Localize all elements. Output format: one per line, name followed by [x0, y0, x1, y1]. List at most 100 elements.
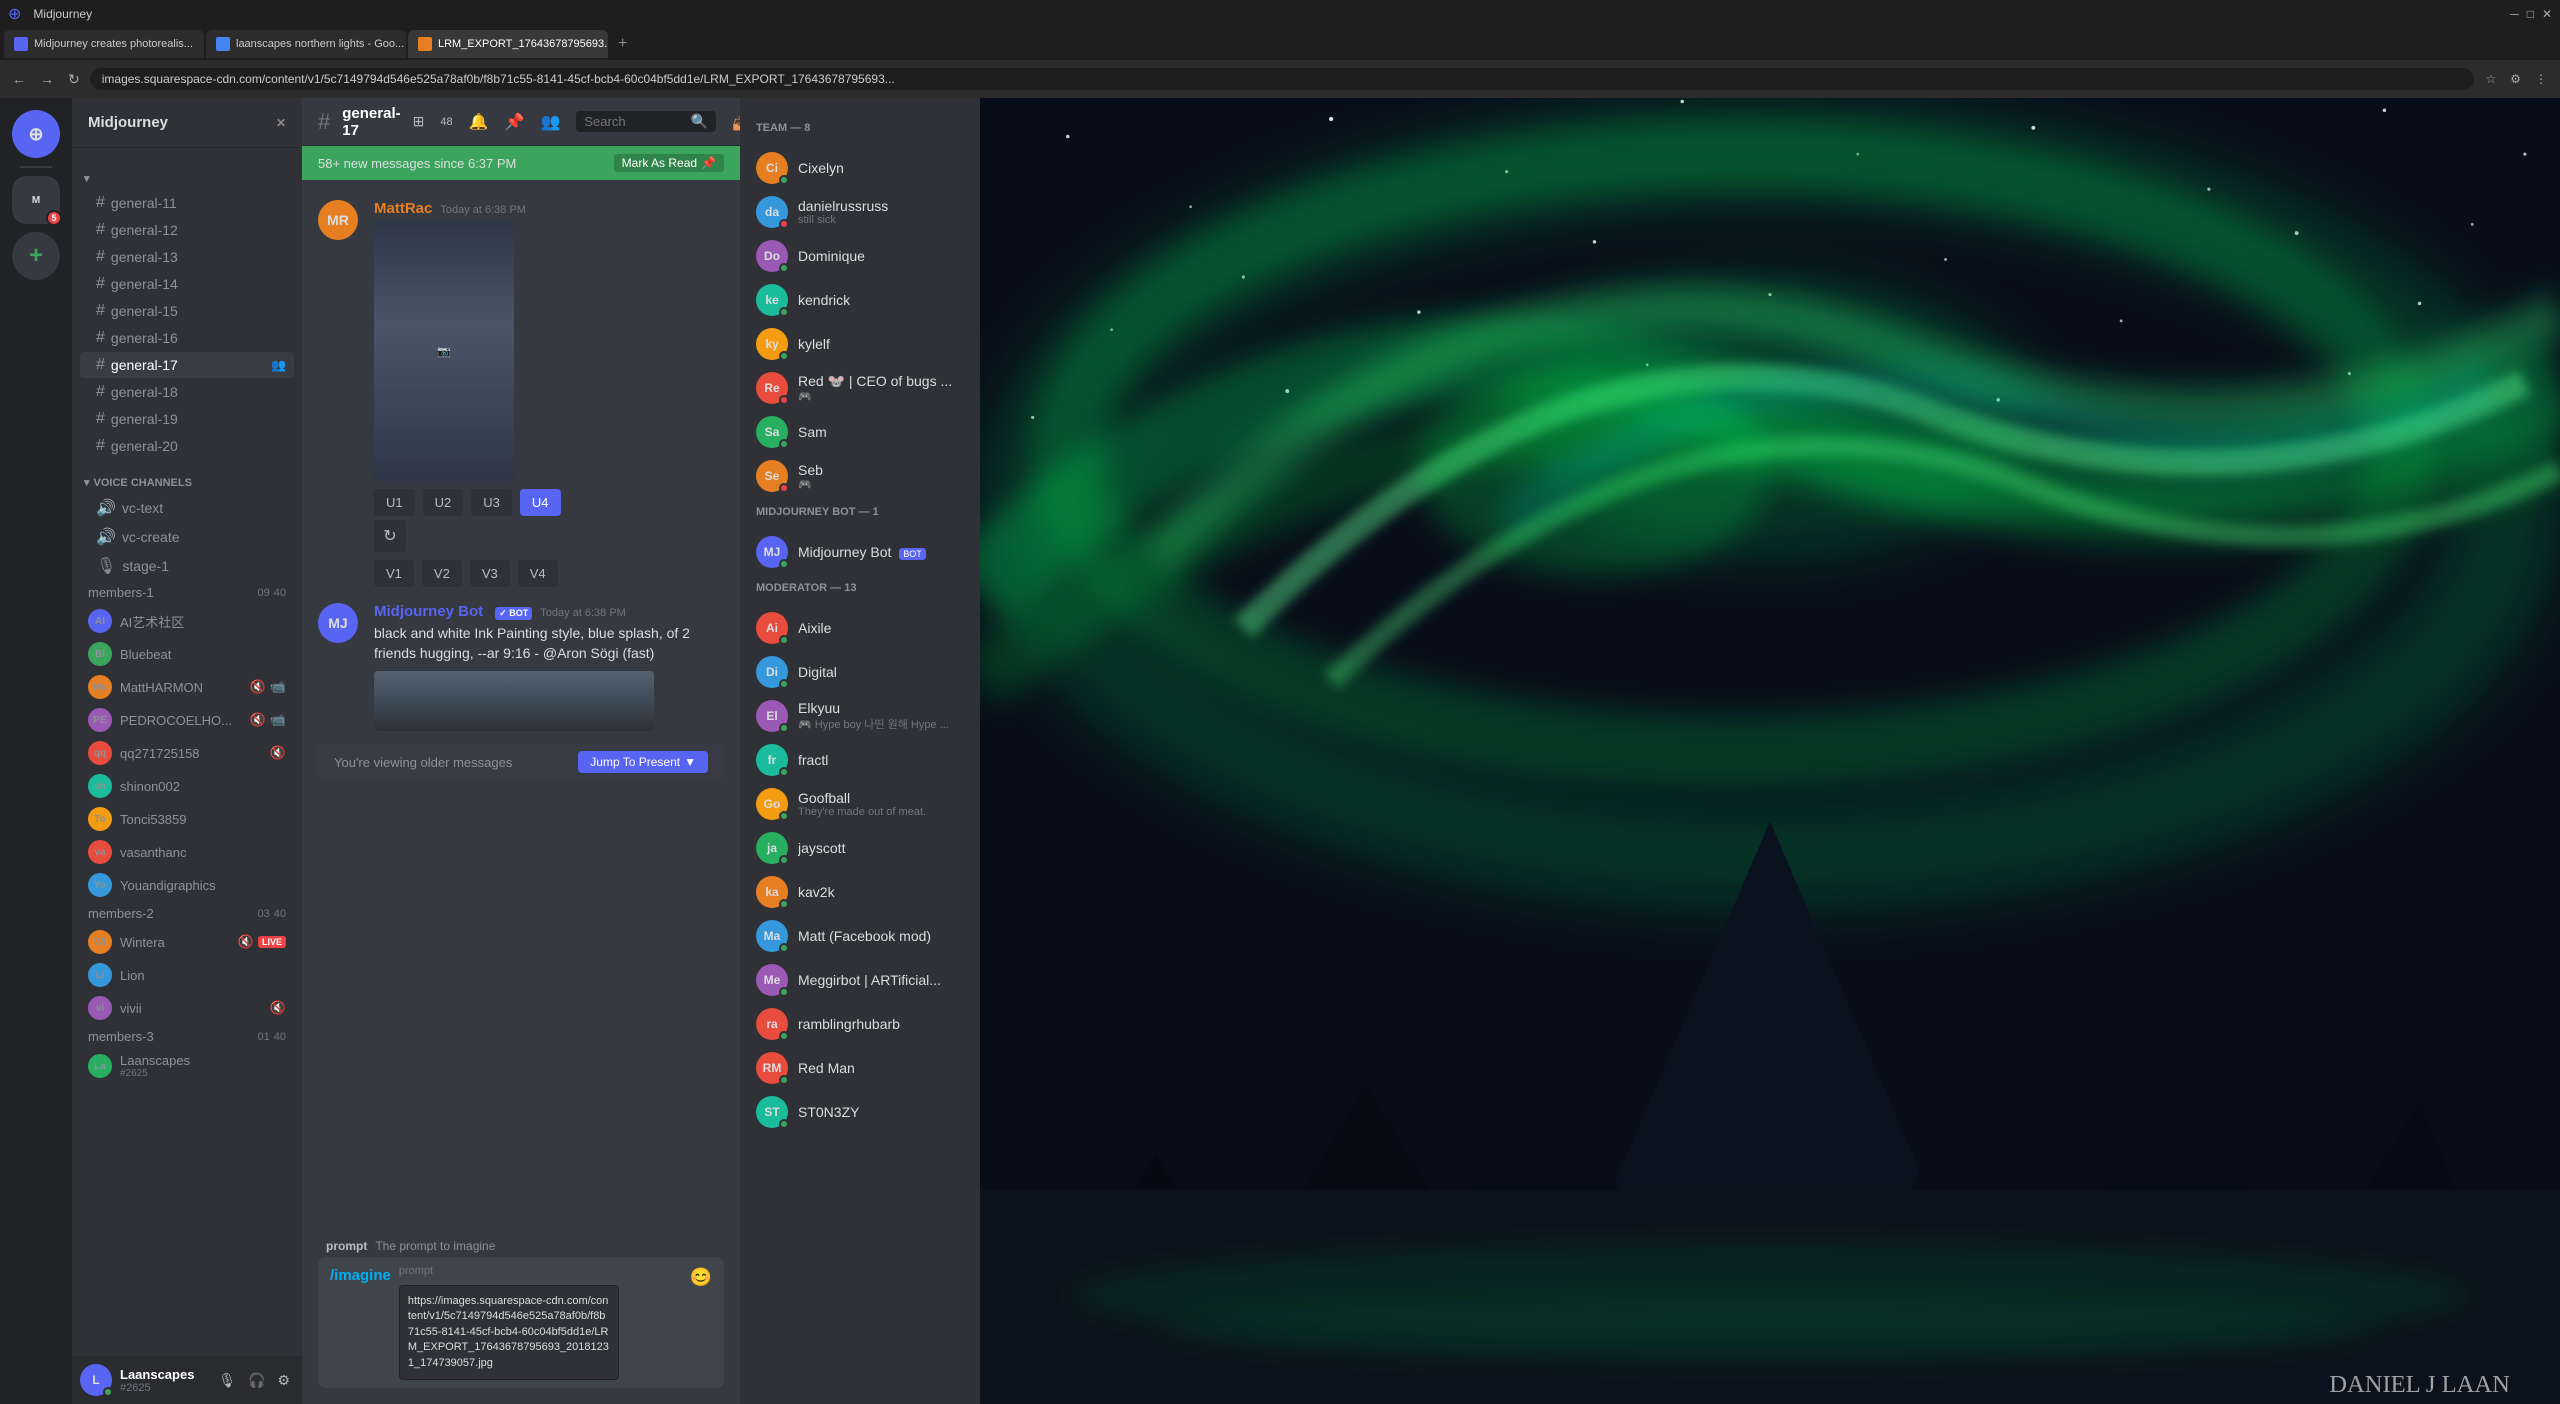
channel-general-11[interactable]: # general-11 [80, 190, 294, 216]
channel-general-20[interactable]: # general-20 [80, 433, 294, 459]
v2-btn[interactable]: V2 [422, 560, 462, 587]
prompt-text[interactable]: https://images.squarespace-cdn.com/conte… [408, 1294, 610, 1371]
google-browser-tab[interactable]: laanscapes northern lights - Goo... ✕ [206, 30, 406, 58]
channel-general-13[interactable]: # general-13 [80, 244, 294, 270]
member-wintera[interactable]: Wi Wintera 🔇 LIVE [80, 926, 294, 958]
mic-btn[interactable]: 🎙 [214, 1368, 240, 1393]
refresh-browser-btn[interactable]: ↻ [64, 67, 84, 92]
member-jayscott[interactable]: ja jayscott [748, 826, 972, 870]
maximize-btn[interactable]: □ [2527, 7, 2534, 21]
voice-arrow: ▾ [84, 476, 90, 489]
member-goofball[interactable]: Go Goofball They're made out of meat. [748, 782, 972, 826]
member-bluebeat[interactable]: Bl Bluebeat [80, 638, 294, 670]
channel-general-17[interactable]: # general-17 👥 [80, 352, 294, 378]
member-meggirbot[interactable]: Me Meggirbot | ARTificial... [748, 958, 972, 1002]
discord-tab-close[interactable]: ✕ [203, 39, 204, 50]
member-name: Matt (Facebook mod) [798, 928, 964, 944]
member-pedro[interactable]: PE PEDROCOELHO... 🔇 📹 [80, 704, 294, 736]
more-btn[interactable]: ⋮ [2530, 69, 2552, 89]
vc-text-channel[interactable]: 🔊 vc-text [80, 494, 294, 522]
img-browser-tab[interactable]: LRM_EXPORT_17643678795693... ✕ [408, 30, 608, 58]
member-shinon[interactable]: sh shinon002 [80, 770, 294, 802]
member-laanscapes[interactable]: La Laanscapes #2625 [80, 1049, 294, 1083]
member-youandi[interactable]: Yo Youandigraphics [80, 869, 294, 901]
member-qq[interactable]: qq qq271725158 🔇 [80, 737, 294, 769]
server-header[interactable]: Midjourney ✕ [72, 98, 302, 148]
home-server-icon[interactable]: ⊕ [12, 110, 60, 158]
u1-btn[interactable]: U1 [374, 489, 415, 516]
member-red-ceo[interactable]: Re Red 🐭 | CEO of bugs ... 🎮 [748, 366, 972, 410]
close-btn[interactable]: ✕ [2542, 7, 2552, 21]
channel-general-12[interactable]: # general-12 [80, 217, 294, 243]
settings-btn[interactable]: ⚙ [273, 1368, 294, 1393]
member-dominique[interactable]: Do Dominique [748, 234, 972, 278]
minimize-btn[interactable]: ─ [2510, 7, 2519, 21]
emoji-btn[interactable]: 😊 [690, 1265, 712, 1288]
member-vivii[interactable]: vi vivii 🔇 [80, 992, 294, 1024]
bookmark-btn[interactable]: ☆ [2480, 69, 2501, 89]
member-seb[interactable]: Se Seb 🎮 [748, 454, 972, 498]
member-ai[interactable]: AI AI艺术社区 [80, 605, 294, 637]
forward-btn[interactable]: → [36, 67, 58, 91]
member-mj-bot[interactable]: MJ Midjourney Bot BOT [748, 530, 972, 574]
members-3-header[interactable]: members-3 0140 [80, 1025, 294, 1048]
member-danielruss[interactable]: da danielrussruss still sick [748, 190, 972, 234]
jump-to-present-btn[interactable]: Jump To Present ▼ [578, 751, 708, 773]
channel-general-16[interactable]: # general-16 [80, 325, 294, 351]
member-fractl[interactable]: fr fractl [748, 738, 972, 782]
message-avatar: MR [318, 200, 358, 240]
u2-btn[interactable]: U2 [423, 489, 464, 516]
new-messages-bar[interactable]: 58+ new messages since 6:37 PM Mark As R… [302, 146, 740, 180]
server-icon-1[interactable]: M 5 [12, 176, 60, 224]
message-image-partial[interactable] [374, 671, 654, 731]
members-panel-btn[interactable]: 👥 [540, 112, 560, 132]
member-aixile[interactable]: Ai Aixile [748, 606, 972, 650]
member-lion[interactable]: Li Lion [80, 959, 294, 991]
inbox-btn[interactable]: 📥 [732, 112, 740, 132]
vc-create-channel[interactable]: 🔊 vc-create [80, 523, 294, 551]
headset-btn[interactable]: 🎧 [244, 1368, 269, 1393]
voice-category-header[interactable]: ▾ VOICE CHANNELS [80, 476, 294, 489]
member-kylelf[interactable]: ky kylelf [748, 322, 972, 366]
channel-general-14[interactable]: # general-14 [80, 271, 294, 297]
v3-btn[interactable]: V3 [470, 560, 510, 587]
category-header-text[interactable]: ▾ [80, 172, 294, 185]
refresh-image-btn[interactable]: ↻ [374, 520, 406, 552]
discord-browser-tab[interactable]: Midjourney creates photorealis... ✕ [4, 30, 204, 58]
channel-general-19[interactable]: # general-19 [80, 406, 294, 432]
member-st0n3zy[interactable]: ST ST0N3ZY [748, 1090, 972, 1134]
back-btn[interactable]: ← [8, 67, 30, 91]
new-tab-btn[interactable]: + [610, 31, 635, 57]
member-vasant[interactable]: va vasanthanc [80, 836, 294, 868]
channel-general-18[interactable]: # general-18 [80, 379, 294, 405]
url-bar[interactable] [90, 68, 2475, 90]
u3-btn[interactable]: U3 [471, 489, 512, 516]
member-mattharmon[interactable]: Ma MattHARMON 🔇 📹 [80, 671, 294, 703]
member-kav2k[interactable]: ka kav2k [748, 870, 972, 914]
member-kendrick[interactable]: ke kendrick [748, 278, 972, 322]
member-matt-fb[interactable]: Ma Matt (Facebook mod) [748, 914, 972, 958]
members-1-header[interactable]: members-1 0940 [80, 581, 294, 604]
channel-general-15[interactable]: # general-15 [80, 298, 294, 324]
search-input[interactable] [584, 114, 685, 129]
u4-btn[interactable]: U4 [520, 489, 561, 516]
extensions-btn[interactable]: ⚙ [2505, 69, 2526, 89]
member-cixelyn[interactable]: Ci Cixelyn [748, 146, 972, 190]
message-author-bot[interactable]: Midjourney Bot [374, 603, 483, 620]
member-tonci[interactable]: To Tonci53859 [80, 803, 294, 835]
notification-btn[interactable]: 🔔 [469, 112, 489, 132]
message-image[interactable]: 📷 [374, 221, 514, 481]
pin-btn[interactable]: 📌 [505, 112, 525, 132]
members-2-header[interactable]: members-2 0340 [80, 902, 294, 925]
member-sam[interactable]: Sa Sam [748, 410, 972, 454]
add-server-btn[interactable]: + [12, 232, 60, 280]
v1-btn[interactable]: V1 [374, 560, 414, 587]
stage-1-channel[interactable]: 🎙 stage-1 [80, 552, 294, 580]
mark-as-read-btn[interactable]: Mark As Read 📌 [614, 154, 724, 172]
member-elkyuu[interactable]: El Elkyuu 🎮 Hype boy 나띤 원해 Hype ... [748, 694, 972, 738]
member-digital[interactable]: Di Digital [748, 650, 972, 694]
member-ramblingrhubarb[interactable]: ra ramblingrhubarb [748, 1002, 972, 1046]
v4-btn[interactable]: V4 [518, 560, 558, 587]
member-red-man[interactable]: RM Red Man [748, 1046, 972, 1090]
message-author[interactable]: MattRac [374, 200, 432, 217]
